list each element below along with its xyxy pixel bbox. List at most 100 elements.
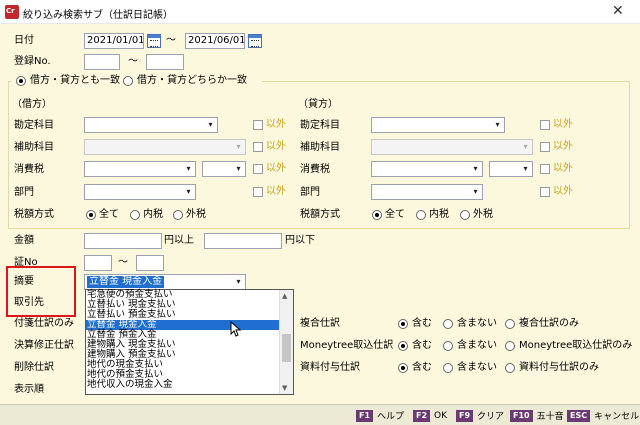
f10-kana-button[interactable]: F10 五十音 bbox=[510, 409, 564, 422]
attachment-exclude-label: 含まない bbox=[457, 362, 497, 373]
credit-sub-account-label: 補助科目 bbox=[300, 142, 340, 153]
reg-no-tilde: ～ bbox=[128, 56, 138, 67]
date-to-input[interactable]: 2021/06/01 bbox=[185, 33, 245, 49]
debit-department-select[interactable]: ▾ bbox=[84, 184, 196, 200]
summary-select[interactable]: 立替金 現金入金 ▾ bbox=[84, 274, 246, 290]
match-both-label: 借方・貸方とも一致 bbox=[30, 75, 120, 86]
amount-from-input[interactable] bbox=[84, 233, 162, 249]
credit-tax-label: 消費税 bbox=[300, 164, 330, 175]
amount-label: 金額 bbox=[14, 235, 34, 246]
display-order-label: 表示順 bbox=[14, 384, 44, 395]
except-label: 以外 bbox=[553, 163, 573, 174]
debit-sub-account-select[interactable]: ▾ bbox=[84, 139, 246, 155]
voucher-to-input[interactable] bbox=[136, 255, 164, 271]
attachment-include-radio[interactable] bbox=[398, 363, 408, 373]
title-bar: Cr 絞り込み検索サブ（仕訳日記帳） ✕ bbox=[0, 0, 640, 24]
debit-account-label: 勘定科目 bbox=[14, 120, 54, 131]
deleted-entry-label: 削除仕訳 bbox=[14, 362, 54, 373]
compound-include-radio[interactable] bbox=[398, 319, 408, 329]
reg-no-from-input[interactable] bbox=[84, 54, 120, 70]
amount-from-suffix: 円以上 bbox=[164, 235, 194, 246]
credit-tax-rate-select[interactable]: ▾ bbox=[489, 161, 533, 177]
f9-clear-button[interactable]: F9 クリア bbox=[456, 409, 504, 422]
credit-sub-account-select[interactable]: ▾ bbox=[371, 139, 533, 155]
debit-tax-select[interactable]: ▾ bbox=[84, 161, 196, 177]
f9-label: クリア bbox=[477, 412, 505, 422]
tax-inclusive-label: 内税 bbox=[143, 209, 163, 220]
voucher-tilde: ～ bbox=[118, 257, 128, 268]
f1-help-button[interactable]: F1 ヘルプ bbox=[356, 409, 404, 422]
except-label: 以外 bbox=[553, 119, 573, 130]
debit-department-except-checkbox[interactable] bbox=[253, 187, 263, 197]
compound-only-radio[interactable] bbox=[505, 319, 515, 329]
summary-label: 摘要 bbox=[14, 276, 34, 287]
f2-ok-button[interactable]: F2 OK bbox=[413, 409, 447, 422]
voucher-from-input[interactable] bbox=[84, 255, 112, 271]
f9-key: F9 bbox=[456, 409, 474, 422]
attachment-include-label: 含む bbox=[412, 362, 432, 373]
attachment-only-radio[interactable] bbox=[505, 363, 515, 373]
except-label: 以外 bbox=[266, 141, 286, 152]
match-either-label: 借方・貸方どちらか一致 bbox=[137, 75, 247, 86]
credit-department-except-checkbox[interactable] bbox=[540, 187, 550, 197]
moneytree-include-radio[interactable] bbox=[398, 341, 408, 351]
debit-tax-inclusive-radio[interactable] bbox=[130, 210, 140, 220]
compound-include-label: 含む bbox=[412, 318, 432, 329]
credit-account-except-checkbox[interactable] bbox=[540, 120, 550, 130]
credit-department-label: 部門 bbox=[300, 187, 320, 198]
credit-tax-inclusive-radio[interactable] bbox=[416, 210, 426, 220]
debit-tax-all-radio[interactable] bbox=[86, 210, 96, 220]
match-either-radio[interactable] bbox=[123, 76, 133, 86]
moneytree-only-label: Moneytree取込仕訳のみ bbox=[519, 340, 633, 351]
dropdown-scrollbar[interactable]: ▲ ▼ bbox=[279, 290, 293, 394]
attachment-exclude-radio[interactable] bbox=[443, 363, 453, 373]
attachment-label: 資料付与仕訳 bbox=[300, 362, 360, 373]
debit-tax-except-checkbox[interactable] bbox=[253, 164, 263, 174]
credit-department-select[interactable]: ▾ bbox=[371, 184, 483, 200]
mouse-cursor-icon bbox=[230, 321, 242, 337]
chevron-down-icon: ▾ bbox=[523, 142, 528, 151]
except-label: 以外 bbox=[266, 163, 286, 174]
calendar-icon[interactable] bbox=[248, 34, 262, 48]
debit-tax-rate-select[interactable]: ▾ bbox=[202, 161, 246, 177]
scrollbar-thumb[interactable] bbox=[282, 334, 291, 362]
amount-to-input[interactable] bbox=[204, 233, 282, 249]
scroll-up-icon[interactable]: ▲ bbox=[282, 292, 287, 300]
debit-sub-except-checkbox[interactable] bbox=[253, 142, 263, 152]
credit-tax-all-radio[interactable] bbox=[372, 210, 382, 220]
debit-account-select[interactable]: ▾ bbox=[84, 117, 218, 133]
f1-key: F1 bbox=[356, 409, 374, 422]
tax-all-label: 全て bbox=[99, 209, 119, 220]
credit-tax-except-checkbox[interactable] bbox=[540, 164, 550, 174]
moneytree-exclude-label: 含まない bbox=[457, 340, 497, 351]
date-from-input[interactable]: 2021/01/01 bbox=[84, 33, 144, 49]
debit-tax-exclusive-radio[interactable] bbox=[173, 210, 183, 220]
compound-exclude-radio[interactable] bbox=[443, 319, 453, 329]
function-key-bar: F1 ヘルプ F2 OK F9 クリア F10 五十音 ESC キャンセル bbox=[0, 404, 640, 425]
reg-no-label: 登録No. bbox=[14, 56, 51, 67]
summary-dropdown-list[interactable]: 宅急便の預金支払い 立替払い 現金支払い 立替払い 預金支払い 立替金 現金入金… bbox=[85, 289, 294, 395]
scroll-down-icon[interactable]: ▼ bbox=[282, 384, 287, 392]
chevron-down-icon: ▾ bbox=[186, 187, 191, 196]
moneytree-label: Moneytree取込仕訳 bbox=[300, 340, 394, 351]
debit-account-except-checkbox[interactable] bbox=[253, 120, 263, 130]
close-icon[interactable]: ✕ bbox=[612, 4, 624, 18]
credit-sub-except-checkbox[interactable] bbox=[540, 142, 550, 152]
compound-only-label: 複合仕訳のみ bbox=[519, 318, 579, 329]
moneytree-exclude-radio[interactable] bbox=[443, 341, 453, 351]
compound-label: 複合仕訳 bbox=[300, 318, 340, 329]
date-tilde: ～ bbox=[166, 35, 176, 46]
credit-tax-exclusive-radio[interactable] bbox=[460, 210, 470, 220]
list-item[interactable]: 地代収入の現金入金 bbox=[86, 380, 280, 390]
match-both-radio[interactable] bbox=[16, 76, 26, 86]
chevron-down-icon: ▾ bbox=[236, 142, 241, 151]
credit-account-select[interactable]: ▾ bbox=[371, 117, 505, 133]
tax-all-label: 全て bbox=[385, 209, 405, 220]
chevron-down-icon: ▾ bbox=[208, 120, 213, 129]
compound-exclude-label: 含まない bbox=[457, 318, 497, 329]
calendar-icon[interactable] bbox=[147, 34, 161, 48]
reg-no-to-input[interactable] bbox=[146, 54, 184, 70]
esc-cancel-button[interactable]: ESC キャンセル bbox=[567, 409, 639, 422]
moneytree-only-radio[interactable] bbox=[505, 341, 515, 351]
credit-tax-select[interactable]: ▾ bbox=[371, 161, 483, 177]
